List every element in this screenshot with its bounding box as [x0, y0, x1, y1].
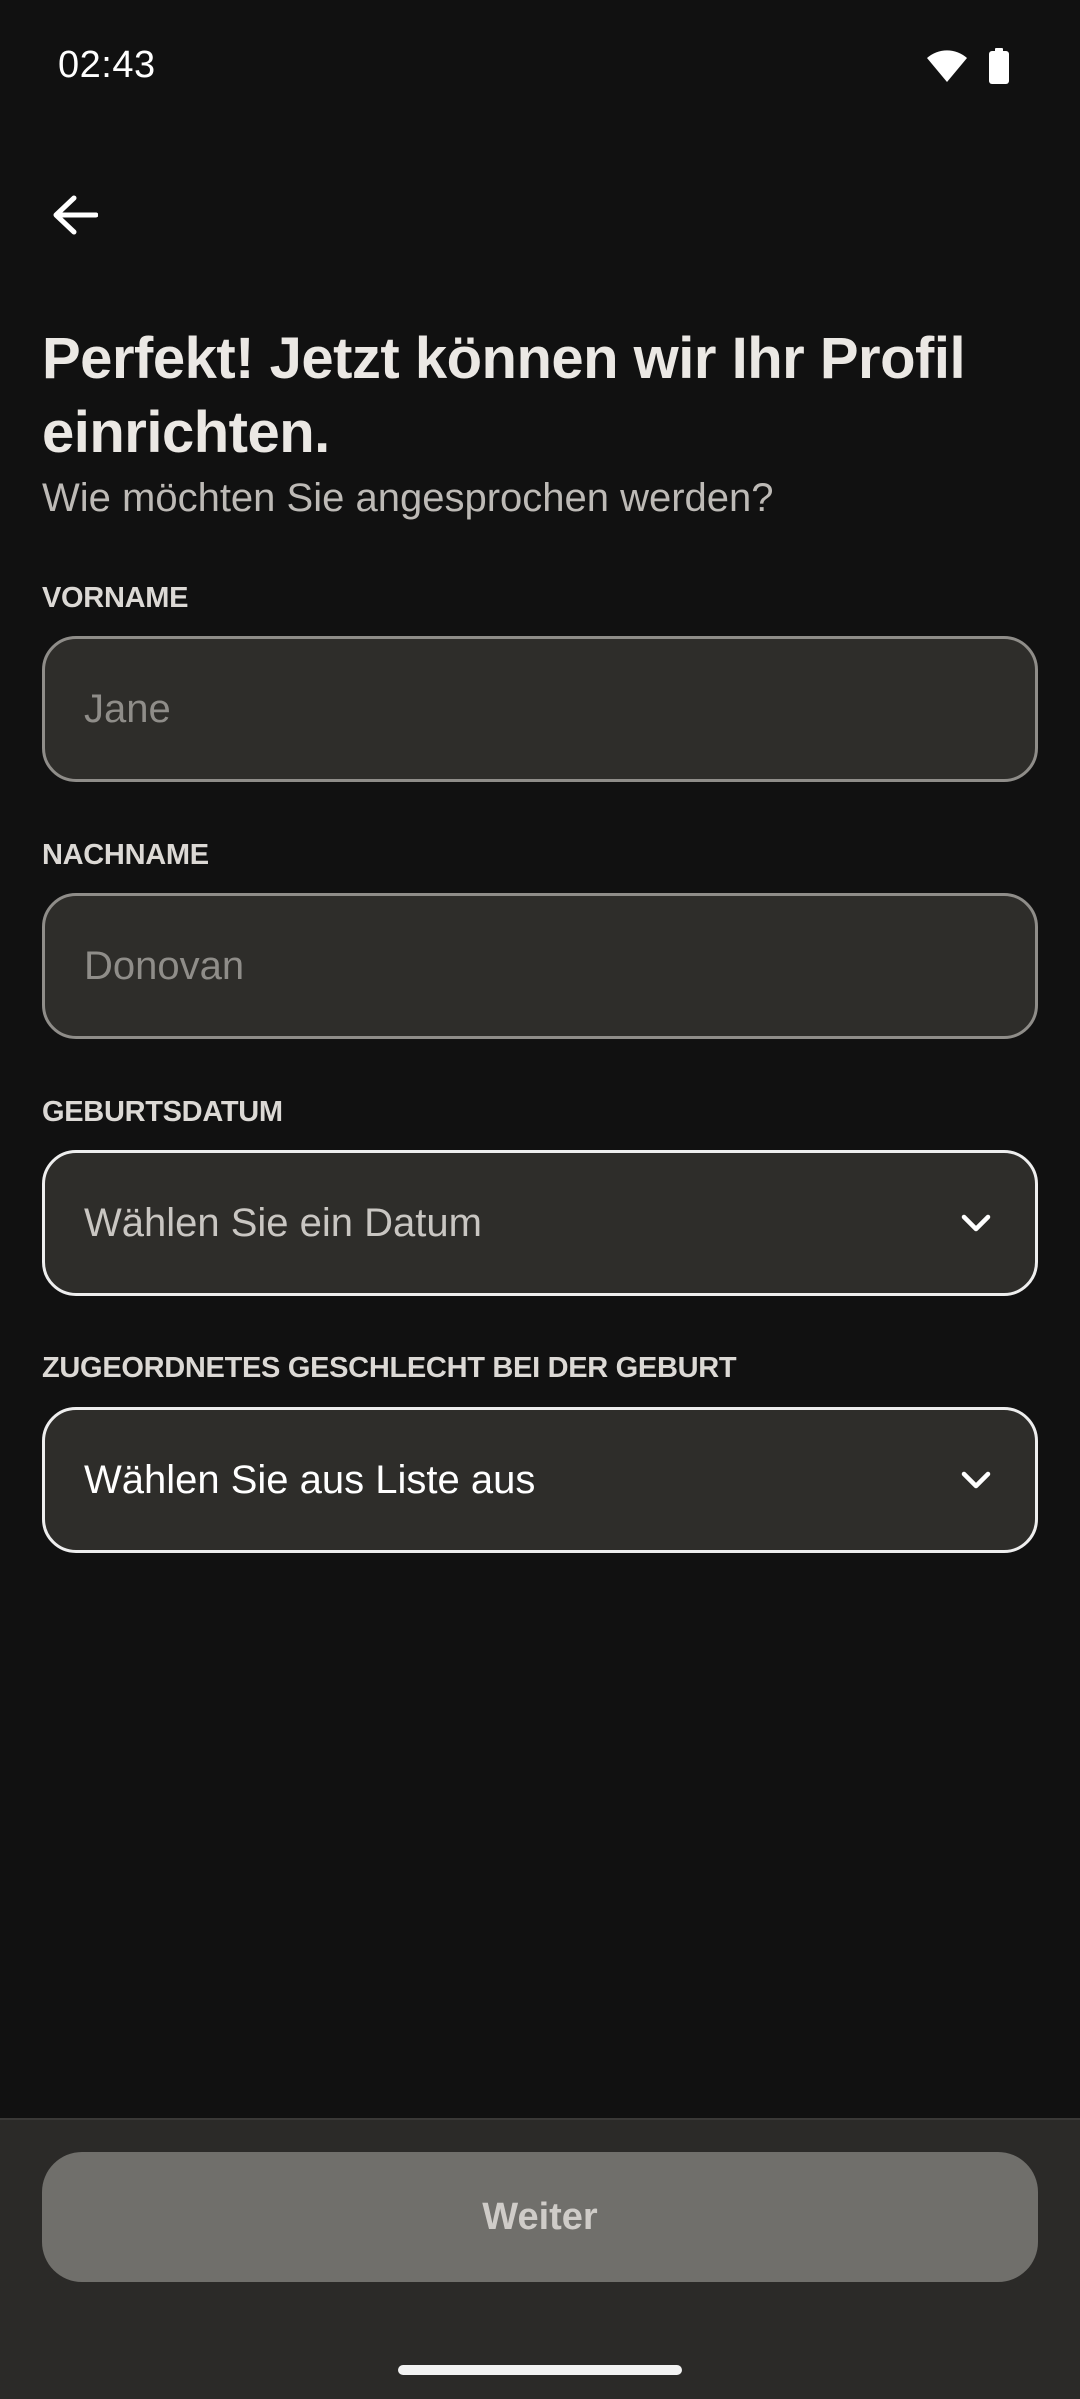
last-name-field[interactable] [42, 893, 1038, 1039]
first-name-field[interactable] [42, 636, 1038, 782]
status-bar: 02:43 [0, 0, 1080, 134]
chevron-down-icon [961, 1471, 991, 1489]
sex-at-birth-value: Wählen Sie aus Liste aus [84, 1457, 536, 1502]
first-name-input[interactable] [84, 686, 1035, 732]
chevron-down-icon [961, 1214, 991, 1232]
back-button[interactable] [40, 180, 110, 250]
first-name-label: VORNAME [42, 582, 189, 614]
last-name-label: NACHNAME [42, 839, 209, 871]
page-title: Perfekt! Jetzt können wir Ihr Profil ein… [42, 326, 966, 465]
birth-date-label: GEBURTSDATUM [42, 1096, 283, 1128]
last-name-input[interactable] [84, 943, 1035, 989]
next-button[interactable]: Weiter [42, 2152, 1038, 2282]
birth-date-value: Wählen Sie ein Datum [84, 1200, 482, 1245]
arrow-left-icon [53, 195, 98, 235]
home-indicator[interactable] [398, 2365, 682, 2375]
status-icons [926, 48, 1010, 84]
wifi-icon [926, 49, 968, 83]
page-subtitle: Wie möchten Sie angesprochen werden? [42, 476, 774, 520]
sex-at-birth-label: ZUGEORDNETES GESCHLECHT BEI DER GEBURT [42, 1352, 737, 1384]
sex-at-birth-select[interactable]: Wählen Sie aus Liste aus [42, 1407, 1038, 1553]
birth-date-select[interactable]: Wählen Sie ein Datum [42, 1150, 1038, 1296]
status-time: 02:43 [58, 44, 156, 86]
battery-icon [988, 48, 1010, 84]
profile-setup-screen: 02:43 Perfekt! Jetzt können wir Ihr Prof… [0, 0, 1080, 2399]
